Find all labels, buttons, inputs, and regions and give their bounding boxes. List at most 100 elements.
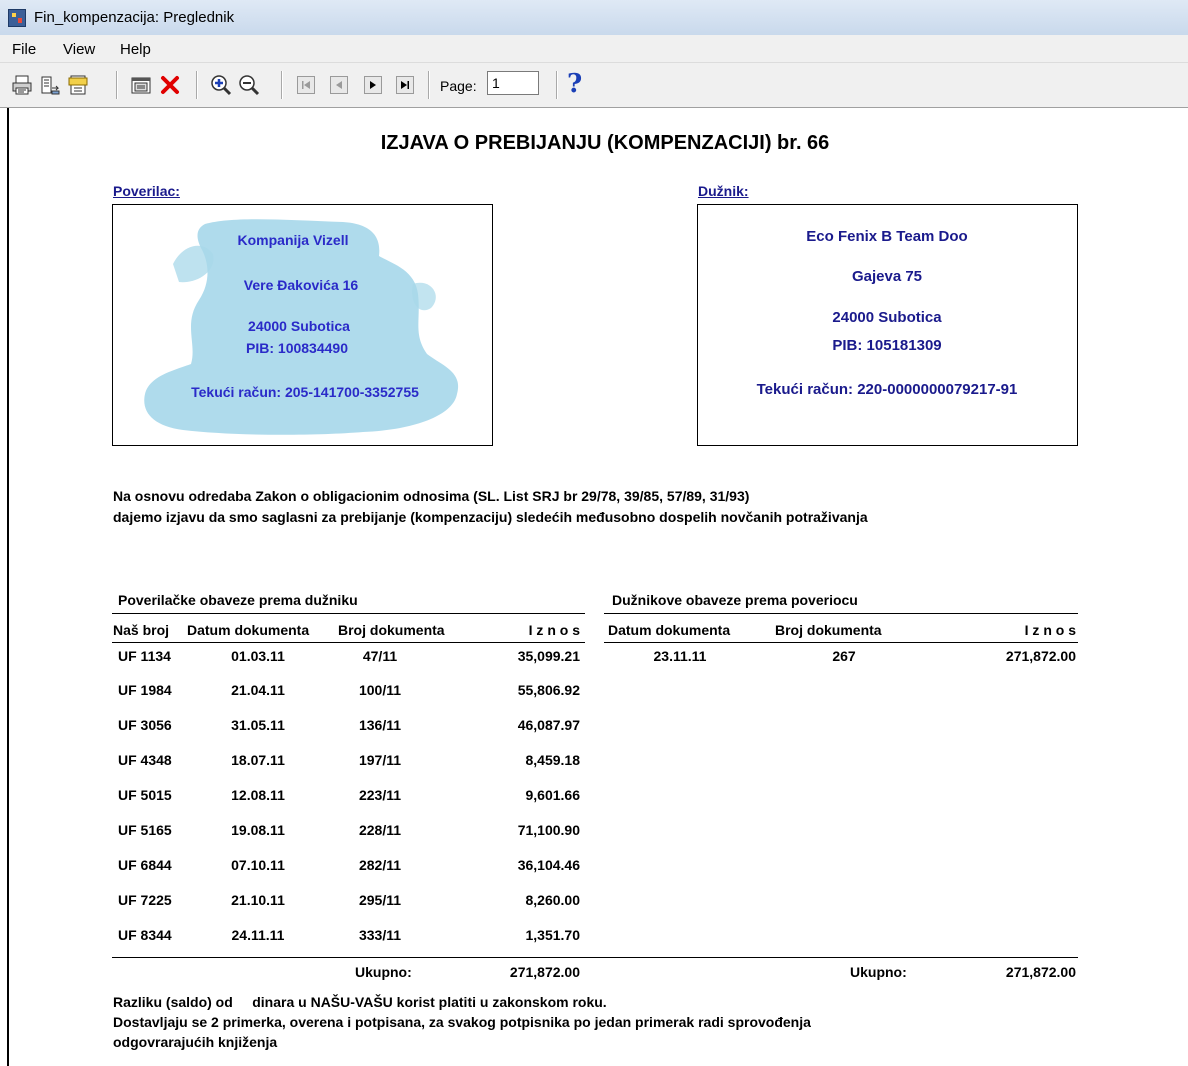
right-total-label: Ukupno:: [850, 964, 907, 980]
table-cell: 1,351.70: [525, 927, 581, 943]
table-cell: 197/11: [358, 752, 402, 768]
table-cell: 71,100.90: [517, 822, 580, 838]
header-nas-broj: Naš broj: [113, 622, 170, 638]
footer-line-3: odgovrarajućih knjiženja: [113, 1034, 278, 1050]
app-icon: [8, 9, 26, 27]
debtor-pib: PIB: 105181309: [832, 337, 942, 354]
help-icon[interactable]: ?: [567, 69, 582, 99]
table-cell: 9,601.66: [525, 787, 581, 803]
page-left-border: [7, 108, 9, 1066]
table-cell: 228/11: [358, 822, 402, 838]
table-cell: 333/11: [358, 927, 402, 943]
close-icon[interactable]: [159, 74, 181, 96]
table-cell: UF 7225: [118, 892, 172, 908]
stamp-pib: PIB: 100834490: [246, 340, 348, 356]
table-cell: 47/11: [362, 648, 398, 664]
window-title: Fin_kompenzacija: Preglednik: [34, 9, 235, 26]
toolbar-separator: [428, 71, 430, 99]
table-cell: UF 1134: [118, 648, 171, 664]
table-cell: UF 5015: [118, 787, 172, 803]
header-iznos: I z n o s: [528, 622, 580, 638]
table-cell: 35,099.21: [517, 648, 580, 664]
debtor-street: Gajeva 75: [851, 268, 923, 285]
page-number-input[interactable]: [487, 71, 539, 95]
header-iznos: I z n o s: [1024, 622, 1076, 638]
table-cell: 267: [832, 648, 856, 664]
header-datum-dokumenta: Datum dokumenta: [608, 622, 731, 638]
table-cell: 295/11: [358, 892, 402, 908]
page-view-icon[interactable]: [130, 74, 152, 96]
zoom-out-icon[interactable]: [238, 74, 260, 96]
menu-help[interactable]: Help: [120, 41, 151, 58]
print-setup-icon[interactable]: [39, 74, 61, 96]
table-cell: 19.08.11: [231, 822, 285, 838]
table-cell: 31.05.11: [231, 717, 285, 733]
stamp-account: Tekući račun: 205-141700-3352755: [191, 384, 419, 400]
toolbar-separator: [196, 71, 198, 99]
intro-line-1: Na osnovu odredaba Zakon o obligacionim …: [113, 488, 750, 504]
debtor-account: Tekući račun: 220-0000000079217-91: [756, 381, 1018, 398]
creditor-stamp: Kompanija Vizell Vere Đakovića 16 24000 …: [113, 204, 493, 446]
table-rule: [112, 642, 585, 643]
header-broj-dokumenta: Broj dokumenta: [338, 622, 445, 638]
left-total-value: 271,872.00: [509, 964, 580, 980]
zoom-in-icon[interactable]: [210, 74, 232, 96]
table-cell: 36,104.46: [517, 857, 580, 873]
header-datum-dokumenta: Datum dokumenta: [187, 622, 310, 638]
right-total-value: 271,872.00: [1005, 964, 1076, 980]
last-page-icon[interactable]: [396, 76, 414, 94]
footer-line-1: Razliku (saldo) od dinara u NAŠU-VAŠU ko…: [113, 994, 607, 1010]
left-table-title: Poverilačke obaveze prema dužniku: [118, 592, 358, 608]
creditor-label: Poverilac:: [113, 183, 180, 199]
toolbar-separator: [116, 71, 118, 99]
debtor-label: Dužnik:: [698, 183, 749, 199]
table-cell: UF 1984: [118, 682, 172, 698]
stamp-street: Vere Đakovića 16: [243, 277, 359, 293]
footer-line-2: Dostavljaju se 2 primerka, overena i pot…: [113, 1014, 811, 1030]
table-cell: 46,087.97: [517, 717, 580, 733]
table-cell: 07.10.11: [231, 857, 285, 873]
table-cell: 136/11: [358, 717, 402, 733]
toolbar-separator: [556, 71, 558, 99]
document-title: IZJAVA O PREBIJANJU (KOMPENZACIJI) br. 6…: [380, 132, 830, 154]
menu-bar: File View Help: [0, 35, 1188, 63]
table-cell: 271,872.00: [1005, 648, 1076, 664]
debtor-city: 24000 Subotica: [832, 309, 942, 326]
table-cell: 100/11: [358, 682, 402, 698]
table-cell: UF 4348: [118, 752, 172, 768]
table-cell: 21.04.11: [231, 682, 285, 698]
table-cell: 282/11: [358, 857, 402, 873]
table-rule: [112, 613, 585, 614]
table-cell: 18.07.11: [231, 752, 285, 768]
menu-view[interactable]: View: [63, 41, 95, 58]
table-cell: UF 3056: [118, 717, 172, 733]
left-total-label: Ukupno:: [355, 964, 412, 980]
table-cell: 223/11: [358, 787, 402, 803]
table-cell: 8,459.18: [525, 752, 581, 768]
print-icon[interactable]: [11, 74, 33, 96]
header-broj-dokumenta: Broj dokumenta: [775, 622, 882, 638]
table-cell: 55,806.92: [517, 682, 580, 698]
table-rule: [604, 642, 1078, 643]
stamp-city: 24000 Subotica: [248, 318, 350, 334]
toolbar-separator: [281, 71, 283, 99]
window-titlebar: Fin_kompenzacija: Preglednik: [0, 0, 1188, 36]
menu-file[interactable]: File: [12, 41, 36, 58]
previous-page-icon[interactable]: [330, 76, 348, 94]
table-rule: [604, 613, 1078, 614]
stamp-company: Kompanija Vizell: [237, 232, 349, 248]
toolbar: Page: ?: [0, 63, 1188, 108]
table-cell: 21.10.11: [231, 892, 285, 908]
debtor-name: Eco Fenix B Team Doo: [806, 228, 968, 245]
table-cell: 8,260.00: [525, 892, 581, 908]
intro-line-2: dajemo izjavu da smo saglasni za prebija…: [113, 509, 868, 525]
next-page-icon[interactable]: [364, 76, 382, 94]
export-icon[interactable]: [67, 74, 89, 96]
table-cell: 23.11.11: [653, 648, 707, 664]
totals-rule: [112, 957, 1078, 958]
table-cell: UF 5165: [118, 822, 172, 838]
first-page-icon[interactable]: [297, 76, 315, 94]
table-cell: 24.11.11: [231, 927, 285, 943]
table-cell: 01.03.11: [231, 648, 285, 664]
page-label: Page:: [440, 78, 477, 94]
